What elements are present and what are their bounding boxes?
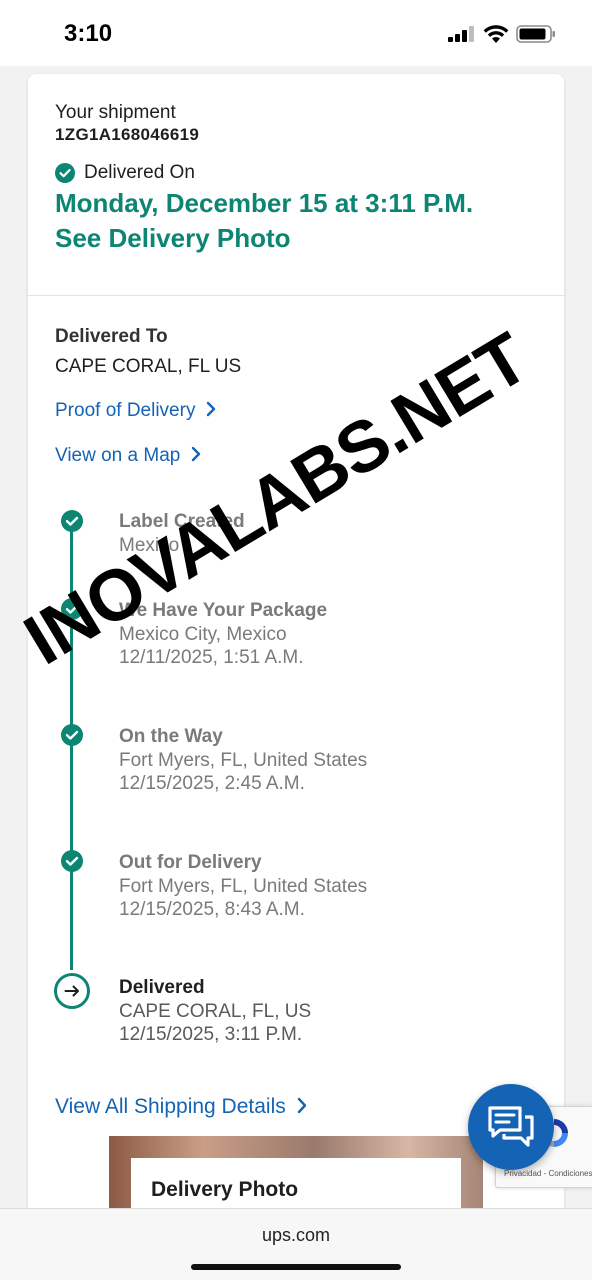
delivery-status-label: Delivered On [84, 162, 195, 183]
delivered-to-value: CAPE CORAL, FL US [55, 356, 242, 377]
tracking-number: 1ZG1A168046619 [55, 125, 200, 144]
proof-of-delivery-label: Proof of Delivery [55, 400, 196, 421]
status-bar: 3:10 [0, 0, 592, 66]
cellular-signal-icon [448, 26, 474, 42]
timeline-event-datetime: 12/15/2025, 3:11 P.M. [119, 1024, 303, 1045]
view-on-map-label: View on a Map [55, 445, 181, 466]
timeline-event-title: Label Created [119, 511, 245, 532]
battery-icon [516, 25, 555, 43]
delivery-photo-title: Delivery Photo [151, 1178, 299, 1201]
delivered-date: Monday, December 15 at 3:11 P.M. [55, 188, 474, 218]
timeline-event-datetime: 12/11/2025, 1:51 A.M. [119, 647, 304, 668]
view-all-shipping-details-link[interactable]: View All Shipping Details [55, 1095, 308, 1119]
view-on-map-link[interactable]: View on a Map [55, 445, 202, 467]
chevron-right-icon [207, 401, 216, 417]
chat-bubbles-icon [488, 1106, 534, 1147]
check-circle-icon [61, 850, 83, 872]
current-status-arrow-icon [54, 973, 90, 1009]
status-time: 3:10 [64, 20, 113, 47]
chevron-right-icon [192, 446, 201, 462]
check-circle-icon [61, 598, 83, 620]
shipment-label: Your shipment [55, 102, 176, 123]
timeline-event-title: Delivered [119, 977, 205, 998]
timeline-event-title: We Have Your Package [119, 600, 328, 621]
browser-url[interactable]: ups.com [0, 1225, 592, 1246]
shipment-summary: Your shipment 1ZG1A168046619 Delivered O… [28, 74, 564, 296]
check-circle-icon [55, 163, 75, 183]
browser-url-bar[interactable]: ups.com [0, 1208, 592, 1280]
timeline-event-location: Mexico City, Mexico [119, 624, 287, 645]
proof-of-delivery-link[interactable]: Proof of Delivery [55, 400, 217, 422]
timeline-event-title: Out for Delivery [119, 852, 262, 873]
check-circle-icon [61, 724, 83, 746]
timeline-event-title: On the Way [119, 726, 223, 747]
shipment-card: Your shipment 1ZG1A168046619 Delivered O… [28, 74, 564, 1234]
timeline-event-location: CAPE CORAL, FL, US [119, 1001, 312, 1022]
timeline-event-datetime: 12/15/2025, 8:43 A.M. [119, 899, 305, 920]
wifi-icon [483, 25, 509, 43]
chat-button[interactable] [468, 1084, 554, 1170]
home-indicator[interactable] [191, 1264, 401, 1270]
delivered-to-label: Delivered To [55, 326, 168, 347]
check-circle-icon [61, 510, 83, 532]
timeline-event-location: Fort Myers, FL, United States [119, 876, 368, 897]
timeline-event-location: Fort Myers, FL, United States [119, 750, 368, 771]
see-delivery-photo-link[interactable]: See Delivery Photo [55, 223, 291, 254]
chevron-right-icon [297, 1097, 306, 1114]
timeline-event-location: Mexico [119, 535, 180, 556]
recaptcha-links[interactable]: Privacidad - Condiciones [504, 1169, 592, 1178]
view-all-shipping-details-label: View All Shipping Details [55, 1095, 286, 1118]
timeline-event-datetime: 12/15/2025, 2:45 A.M. [119, 773, 305, 794]
